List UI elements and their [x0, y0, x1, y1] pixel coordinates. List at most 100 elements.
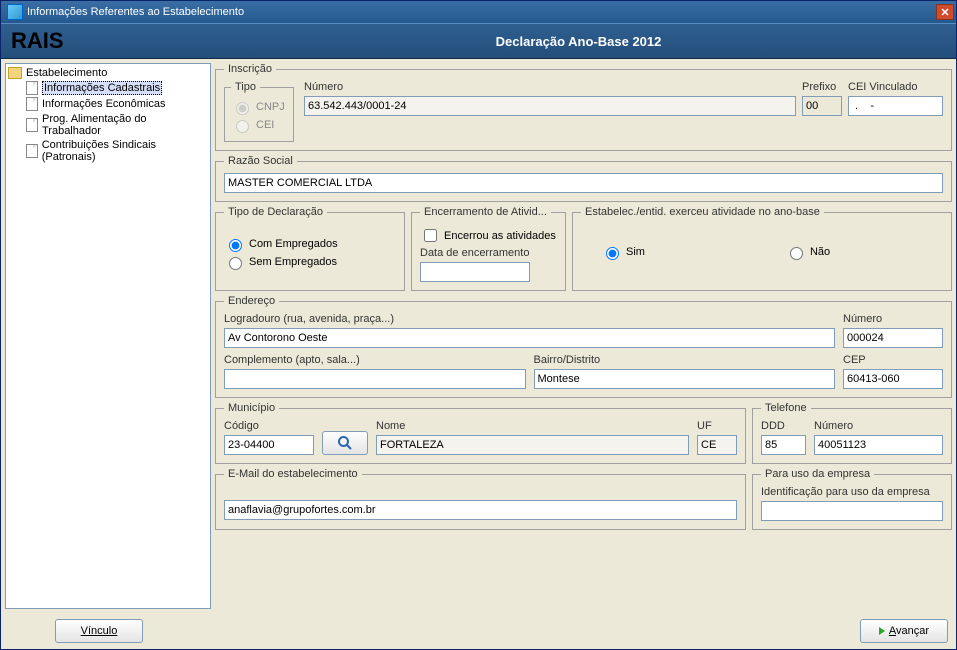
fieldset-tipo-declaracao: Tipo de Declaração Com Empregados Sem Em…: [215, 206, 405, 291]
tree-item-label: Informações Econômicas: [42, 98, 166, 110]
footer-bar: Vínculo Avançar: [1, 613, 956, 649]
legend: Encerramento de Ativid...: [420, 206, 551, 218]
fieldset-endereco: Endereço Logradouro (rua, avenida, praça…: [215, 295, 952, 398]
fieldset-encerramento: Encerramento de Ativid... Encerrou as at…: [411, 206, 566, 291]
radio-cnpj-input[interactable]: [236, 102, 249, 115]
legend: Tipo de Declaração: [224, 206, 327, 218]
legend: Estabelec./entid. exerceu atividade no a…: [581, 206, 824, 218]
banner-subtitle: Declaração Ano-Base 2012: [211, 34, 946, 49]
lookup-municipio-button[interactable]: [322, 431, 368, 455]
radio-label: Com Empregados: [249, 238, 338, 250]
form-panel: Inscrição Tipo CNPJ CEI: [215, 63, 952, 609]
radio-input[interactable]: [229, 239, 242, 252]
radio-cei-input[interactable]: [236, 120, 249, 133]
legend: Tipo: [231, 81, 260, 93]
fieldset-exerceu-atividade: Estabelec./entid. exerceu atividade no a…: [572, 206, 952, 291]
body-area: Estabelecimento Informações Cadastrais I…: [1, 59, 956, 613]
numero-input[interactable]: [304, 96, 796, 116]
email-input[interactable]: [224, 500, 737, 520]
tree-item-label: Prog. Alimentação do Trabalhador: [42, 113, 208, 137]
titlebar: Informações Referentes ao Estabeleciment…: [1, 1, 956, 23]
mun-nome-label: Nome: [376, 420, 689, 432]
fieldset-uso-empresa: Para uso da empresa Identificação para u…: [752, 468, 952, 530]
complemento-input[interactable]: [224, 369, 526, 389]
mun-codigo-label: Código: [224, 420, 314, 432]
fieldset-inscricao: Inscrição Tipo CNPJ CEI: [215, 63, 952, 151]
radio-nao[interactable]: Não: [785, 244, 830, 260]
banner: RAIS Declaração Ano-Base 2012: [1, 23, 956, 59]
legend: Município: [224, 402, 279, 414]
tree-item-informacoes-cadastrais[interactable]: Informações Cadastrais: [26, 80, 208, 96]
check-encerrou[interactable]: Encerrou as atividades: [420, 226, 557, 245]
page-icon: [26, 97, 38, 111]
radio-label: CNPJ: [256, 101, 285, 113]
radio-sim[interactable]: Sim: [601, 244, 645, 260]
fieldset-razao-social: Razão Social: [215, 155, 952, 202]
search-icon: [337, 435, 353, 451]
tree-item-informacoes-economicas[interactable]: Informações Econômicas: [26, 96, 208, 112]
end-numero-label: Número: [843, 313, 943, 325]
button-label: Avançar: [889, 625, 929, 637]
tree-root[interactable]: Estabelecimento: [8, 66, 208, 80]
fieldset-tipo: Tipo CNPJ CEI: [224, 81, 294, 142]
mun-nome-input[interactable]: [376, 435, 689, 455]
button-label: Vínculo: [81, 625, 118, 637]
forward-arrow-icon: [879, 627, 885, 635]
ddd-label: DDD: [761, 420, 806, 432]
app-icon: [7, 4, 23, 20]
data-encerramento-input[interactable]: [420, 262, 530, 282]
logradouro-input[interactable]: [224, 328, 835, 348]
razao-social-input[interactable]: [224, 173, 943, 193]
cep-label: CEP: [843, 354, 943, 366]
legend: Endereço: [224, 295, 279, 307]
tree-root-label: Estabelecimento: [26, 67, 107, 79]
radio-com-empregados[interactable]: Com Empregados: [224, 236, 396, 252]
uso-input[interactable]: [761, 501, 943, 521]
page-icon: [26, 118, 38, 132]
radio-cei[interactable]: CEI: [231, 117, 287, 133]
fieldset-municipio: Município Código Nome: [215, 402, 746, 464]
close-button[interactable]: ✕: [936, 4, 954, 20]
tree-item-contribuicoes-sindicais[interactable]: Contribuições Sindicais (Patronais): [26, 138, 208, 164]
checkbox-label: Encerrou as atividades: [444, 230, 556, 242]
radio-sem-empregados[interactable]: Sem Empregados: [224, 254, 396, 270]
radio-label: Sem Empregados: [249, 256, 337, 268]
cei-vinculado-input[interactable]: [848, 96, 943, 116]
legend: Para uso da empresa: [761, 468, 874, 480]
radio-input[interactable]: [229, 257, 242, 270]
page-icon: [26, 144, 38, 158]
page-icon: [26, 81, 38, 95]
legend: E-Mail do estabelecimento: [224, 468, 362, 480]
tree-item-prog-alimentacao[interactable]: Prog. Alimentação do Trabalhador: [26, 112, 208, 138]
legend: Telefone: [761, 402, 811, 414]
complemento-label: Complemento (apto, sala...): [224, 354, 526, 366]
radio-cnpj[interactable]: CNPJ: [231, 99, 287, 115]
checkbox-input[interactable]: [424, 229, 437, 242]
cei-vinculado-label: CEI Vinculado: [848, 81, 943, 93]
ddd-input[interactable]: [761, 435, 806, 455]
bairro-input[interactable]: [534, 369, 836, 389]
tel-numero-input[interactable]: [814, 435, 943, 455]
uso-label: Identificação para uso da empresa: [761, 486, 943, 498]
end-numero-input[interactable]: [843, 328, 943, 348]
radio-input[interactable]: [790, 247, 803, 260]
vinculo-button[interactable]: Vínculo: [55, 619, 143, 643]
radio-label: Sim: [626, 246, 645, 258]
numero-label: Número: [304, 81, 796, 93]
prefixo-input[interactable]: [802, 96, 842, 116]
mun-uf-input[interactable]: [697, 435, 737, 455]
mun-codigo-input[interactable]: [224, 435, 314, 455]
tree-item-label: Informações Cadastrais: [42, 81, 162, 95]
fieldset-telefone: Telefone DDD Número: [752, 402, 952, 464]
tel-numero-label: Número: [814, 420, 943, 432]
radio-input[interactable]: [606, 247, 619, 260]
tree-children: Informações Cadastrais Informações Econô…: [8, 80, 208, 164]
radio-label: Não: [810, 246, 830, 258]
avancar-button[interactable]: Avançar: [860, 619, 948, 643]
logradouro-label: Logradouro (rua, avenida, praça...): [224, 313, 835, 325]
fieldset-email: E-Mail do estabelecimento: [215, 468, 746, 530]
cep-input[interactable]: [843, 369, 943, 389]
bairro-label: Bairro/Distrito: [534, 354, 836, 366]
radio-label: CEI: [256, 119, 274, 131]
folder-icon: [8, 67, 22, 79]
